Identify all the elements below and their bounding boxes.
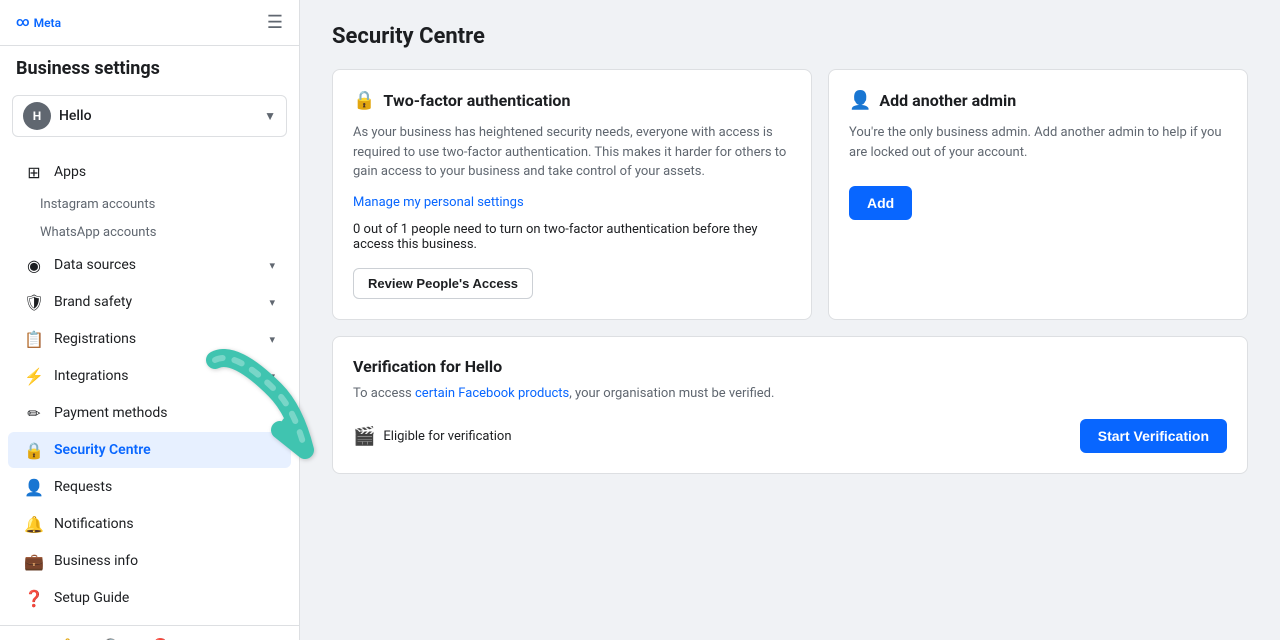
verification-card: Verification for Hello To access certain… xyxy=(332,336,1248,475)
two-factor-stat: 0 out of 1 people need to turn on two-fa… xyxy=(353,222,791,252)
chevron-down-icon: ▼ xyxy=(264,109,276,123)
account-name: Hello xyxy=(59,108,256,124)
verification-desc-suffix: , your organisation must be verified. xyxy=(569,386,774,401)
top-cards-row: 🔒 Two-factor authentication As your busi… xyxy=(332,69,1248,320)
sidebar-item-label: Apps xyxy=(54,164,275,180)
sidebar-item-label: Registrations xyxy=(54,331,259,347)
add-admin-description: You're the only business admin. Add anot… xyxy=(849,123,1227,162)
sidebar-header: ∞ Meta ☰ xyxy=(0,0,299,46)
admin-icon: 👤 xyxy=(849,90,871,111)
requests-icon: 👤 xyxy=(24,477,44,497)
lock-icon: 🔒 xyxy=(353,90,375,111)
brand-safety-icon: 🛡 xyxy=(24,292,44,312)
arrow-decoration xyxy=(300,340,325,474)
sidebar-item-setup-guide[interactable]: ❓ Setup Guide xyxy=(8,580,291,616)
add-admin-title: Add another admin xyxy=(879,91,1016,110)
sidebar-item-whatsapp[interactable]: WhatsApp accounts xyxy=(8,219,291,246)
registrations-icon: 📋 xyxy=(24,329,44,349)
sidebar-sub-label: WhatsApp accounts xyxy=(40,225,156,240)
sidebar-item-label: Data sources xyxy=(54,257,259,273)
chevron-right-icon: ▾ xyxy=(269,333,275,346)
sidebar-item-registrations[interactable]: 📋 Registrations ▾ xyxy=(8,321,291,357)
sidebar-item-payment-methods[interactable]: ✏ Payment methods xyxy=(8,395,291,431)
add-admin-button[interactable]: Add xyxy=(849,186,912,220)
two-factor-description: As your business has heightened security… xyxy=(353,123,791,182)
eligible-icon: 🎬 xyxy=(353,426,375,447)
add-admin-card: 👤 Add another admin You're the only busi… xyxy=(828,69,1248,320)
sidebar-nav: ⊞ Apps Instagram accounts WhatsApp accou… xyxy=(0,145,299,625)
sidebar-item-label: Business info xyxy=(54,553,275,569)
security-centre-icon: 🔒 xyxy=(24,440,44,460)
grid-footer-button[interactable]: ⊞ xyxy=(191,634,214,640)
sidebar-item-data-sources[interactable]: ◉ Data sources ▾ xyxy=(8,247,291,283)
sidebar-item-security-centre[interactable]: 🔒 Security Centre xyxy=(8,432,291,468)
payment-icon: ✏ xyxy=(24,403,44,423)
apps-icon: ⊞ xyxy=(24,162,44,182)
sidebar: ∞ Meta ☰ Business settings H Hello ▼ ⊞ A… xyxy=(0,0,300,640)
chevron-right-icon: ▾ xyxy=(269,370,275,383)
sidebar-item-label: Brand safety xyxy=(54,294,259,310)
sidebar-item-label: Setup Guide xyxy=(54,590,275,606)
page-title: Security Centre xyxy=(332,24,1248,49)
sidebar-item-integrations[interactable]: ⚡ Integrations ▾ xyxy=(8,358,291,394)
sidebar-item-apps[interactable]: ⊞ Apps xyxy=(8,154,291,190)
add-admin-card-header: 👤 Add another admin xyxy=(849,90,1227,111)
data-sources-icon: ◉ xyxy=(24,255,44,275)
sidebar-footer: ⚙ 🔔 🔍 ❓ ⊞ xyxy=(0,625,299,640)
sidebar-item-business-info[interactable]: 💼 Business info xyxy=(8,543,291,579)
setup-guide-icon: ❓ xyxy=(24,588,44,608)
sidebar-title: Business settings xyxy=(0,46,299,87)
two-factor-card: 🔒 Two-factor authentication As your busi… xyxy=(332,69,812,320)
manage-settings-link[interactable]: Manage my personal settings xyxy=(353,195,524,210)
hamburger-button[interactable]: ☰ xyxy=(267,12,283,33)
avatar: H xyxy=(23,102,51,130)
verification-action-row: 🎬 Eligible for verification Start Verifi… xyxy=(353,419,1227,453)
settings-footer-button[interactable]: ⚙ xyxy=(12,634,36,640)
two-factor-card-header: 🔒 Two-factor authentication xyxy=(353,90,791,111)
account-selector[interactable]: H Hello ▼ xyxy=(12,95,287,137)
sidebar-item-label: Security Centre xyxy=(54,442,275,458)
search-footer-button[interactable]: 🔍 xyxy=(99,634,129,640)
sidebar-item-label: Payment methods xyxy=(54,405,275,421)
facebook-products-link[interactable]: certain Facebook products xyxy=(415,384,569,404)
integrations-icon: ⚡ xyxy=(24,366,44,386)
eligible-text: Eligible for verification xyxy=(383,429,511,444)
sidebar-item-label: Notifications xyxy=(54,516,275,532)
main-content: Security Centre 🔒 Two-factor authenticat… xyxy=(300,0,1280,640)
hamburger-icon: ☰ xyxy=(267,12,283,32)
meta-logo: ∞ Meta xyxy=(16,15,61,30)
business-info-icon: 💼 xyxy=(24,551,44,571)
sidebar-item-brand-safety[interactable]: 🛡 Brand safety ▾ xyxy=(8,284,291,320)
sidebar-item-instagram[interactable]: Instagram accounts xyxy=(8,191,291,218)
help-footer-button[interactable]: ❓ xyxy=(145,634,175,640)
chevron-right-icon: ▾ xyxy=(269,259,275,272)
notifications-footer-button[interactable]: 🔔 xyxy=(52,634,82,640)
chevron-right-icon: ▾ xyxy=(269,296,275,309)
sidebar-sub-label: Instagram accounts xyxy=(40,197,155,212)
verification-title: Verification for Hello xyxy=(353,357,1227,376)
sidebar-item-notifications[interactable]: 🔔 Notifications xyxy=(8,506,291,542)
verification-desc-prefix: To access xyxy=(353,386,415,401)
sidebar-item-label: Integrations xyxy=(54,368,259,384)
meta-logo-icon: ∞ xyxy=(16,15,30,30)
eligible-badge: 🎬 Eligible for verification xyxy=(353,426,512,447)
sidebar-item-label: Requests xyxy=(54,479,275,495)
notifications-icon: 🔔 xyxy=(24,514,44,534)
start-verification-button[interactable]: Start Verification xyxy=(1080,419,1227,453)
review-access-button[interactable]: Review People's Access xyxy=(353,268,533,299)
two-factor-title: Two-factor authentication xyxy=(383,91,570,110)
meta-logo-text: Meta xyxy=(34,16,61,30)
sidebar-item-requests[interactable]: 👤 Requests xyxy=(8,469,291,505)
verification-description: To access certain Facebook products, you… xyxy=(353,384,1227,404)
